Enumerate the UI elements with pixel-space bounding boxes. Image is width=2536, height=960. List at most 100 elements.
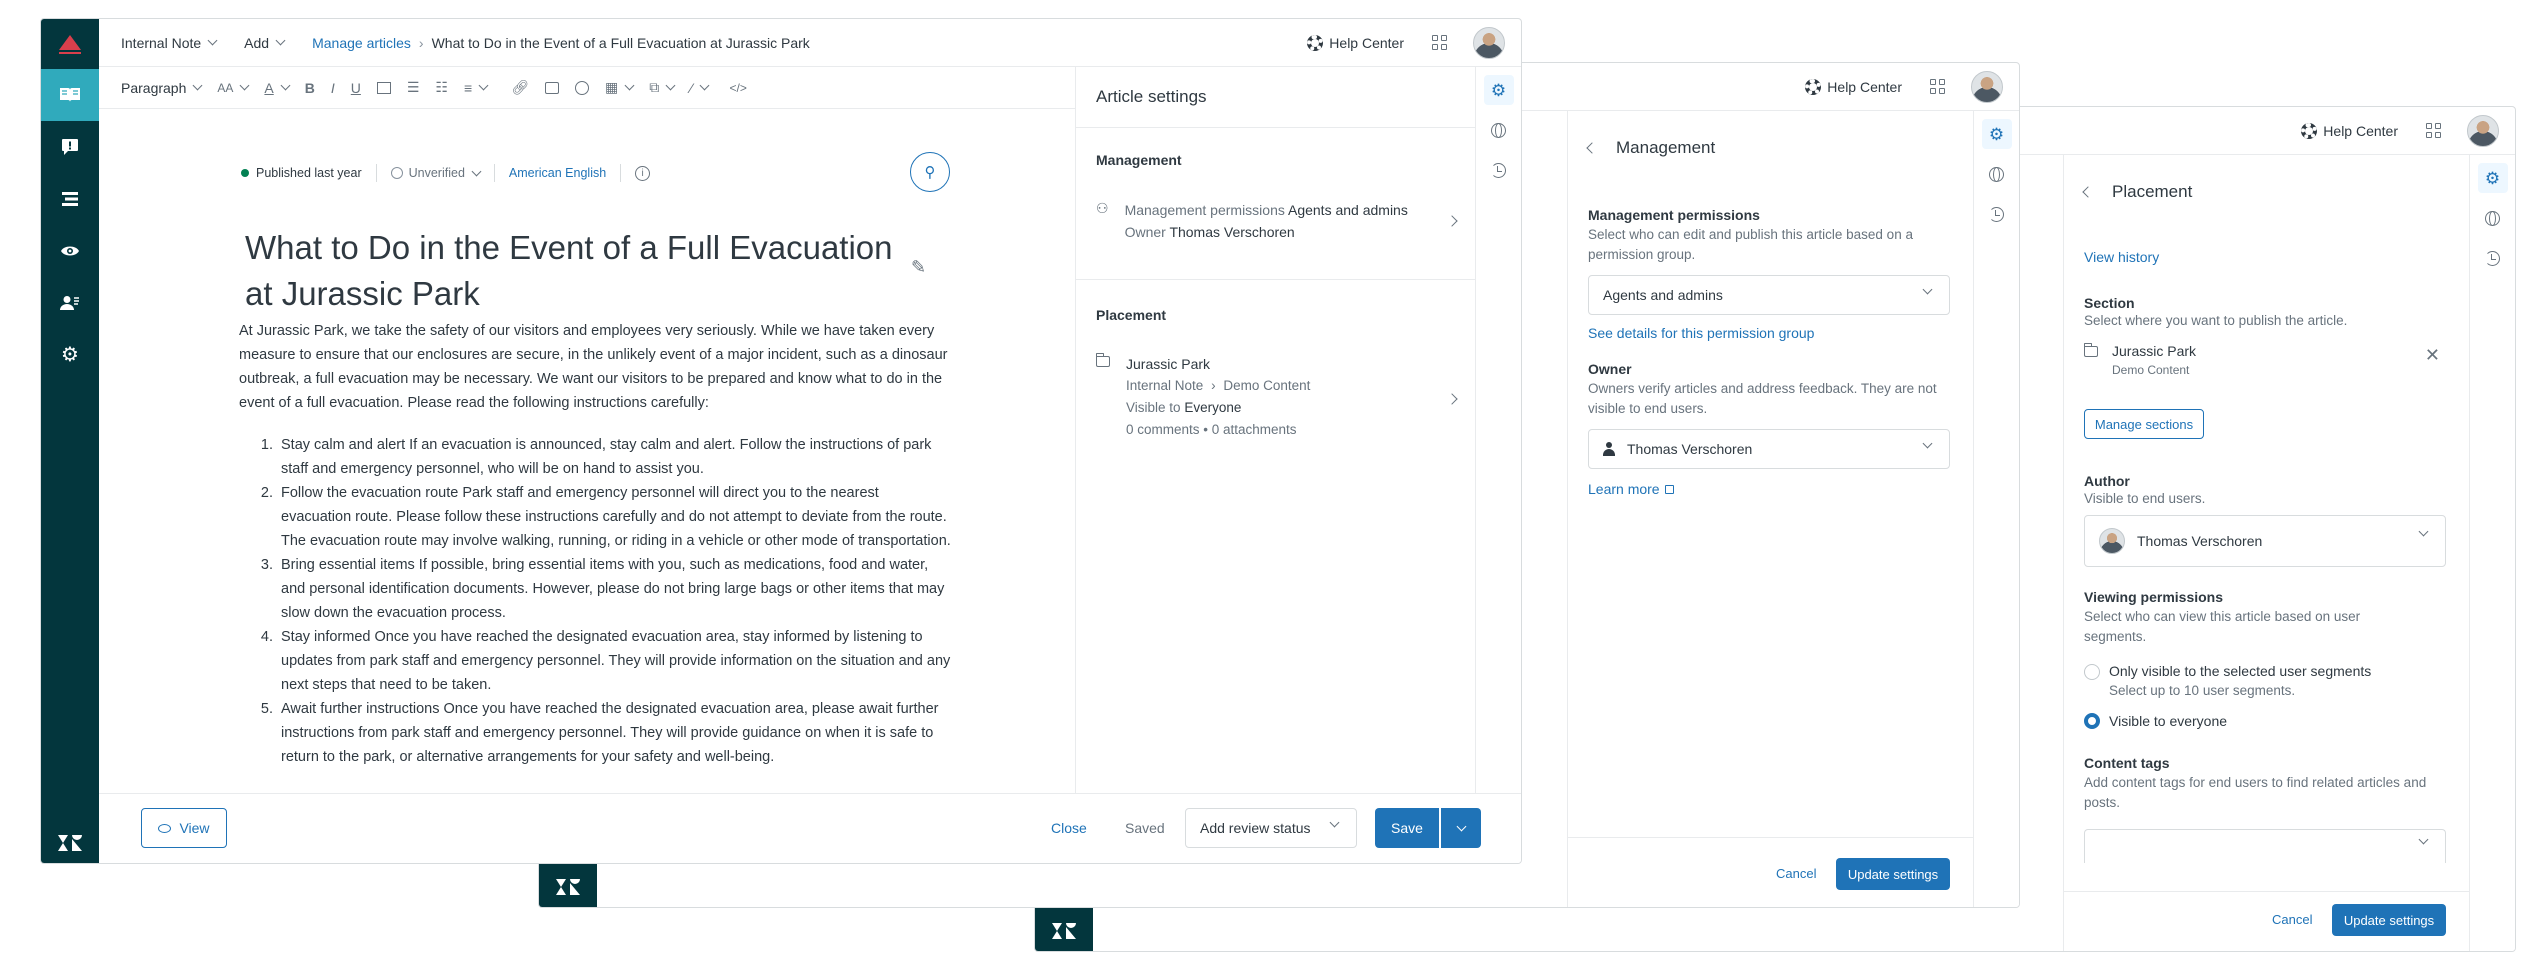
bullet-list-icon[interactable]: ☰ [407,79,420,96]
close-button[interactable]: Close [1051,820,1087,836]
section-hint: Select where you want to publish the art… [2084,313,2348,328]
add-collaborator-icon[interactable]: ⚲ [910,152,950,192]
placement-heading: Placement [1096,307,1167,323]
view-button[interactable]: View [141,808,227,848]
permission-group-select[interactable]: Agents and admins [1588,275,1950,315]
article-title[interactable]: What to Do in the Event of a Full Evacua… [245,225,925,317]
link-icon[interactable]: 🔗︎ [511,79,529,96]
management-heading: Management [1096,152,1182,168]
back-icon[interactable] [1586,142,1598,154]
apps-icon[interactable] [1432,35,1447,50]
section-selection[interactable]: Jurassic Park Demo Content ✕ [2083,343,2450,387]
view-history-link[interactable]: View history [2084,249,2159,265]
help-center-icon [2301,122,2318,139]
radio-everyone-circle[interactable] [2084,713,2100,729]
globe-icon[interactable] [1982,159,2012,189]
magic-wand-icon[interactable]: ⁄ [690,80,709,96]
settings-gear-icon[interactable]: ⚙ [1981,119,2012,149]
image-icon[interactable] [544,81,559,94]
help-center-link[interactable]: Help Center [1307,34,1404,51]
globe-icon[interactable] [1484,115,1514,145]
underline-button[interactable]: U [351,80,361,96]
radio-segments-circle[interactable] [2084,664,2100,680]
update-settings-button[interactable]: Update settings [2332,904,2446,936]
font-size-button[interactable]: AA [217,81,250,95]
radio-everyone[interactable]: Visible to everyone [2084,713,2227,729]
locale-link[interactable]: American English [509,166,606,180]
list-item: Await further instructions Once you have… [277,697,951,769]
save-button[interactable]: Save [1375,808,1439,848]
add-menu[interactable]: Add [244,35,286,51]
edit-title-icon[interactable]: ✎ [911,257,926,278]
publish-status: Published last year [256,166,362,180]
nav-alert-icon[interactable] [41,121,99,173]
settings-gear-icon[interactable]: ⚙ [2477,163,2508,193]
review-status-select[interactable]: Add review status [1185,808,1357,848]
align-icon[interactable]: ≡ [464,80,489,96]
owner-select[interactable]: Thomas Verschoren [1588,429,1950,469]
user-avatar[interactable] [1971,70,2003,103]
video-icon[interactable] [574,80,589,95]
remove-section-icon[interactable]: ✕ [2425,345,2440,366]
code-block-icon[interactable] [376,81,391,94]
help-center-link[interactable]: Help Center [1805,78,1902,95]
paragraph-select[interactable]: Paragraph [121,80,203,96]
user-avatar[interactable] [1473,26,1505,59]
section-name: Jurassic Park [2112,343,2197,359]
globe-icon[interactable] [2478,203,2508,233]
apps-icon[interactable] [2426,123,2441,138]
section-label: Section [2084,295,2135,311]
path-separator-icon: › [1211,378,1216,393]
manage-articles-link[interactable]: Manage articles [312,35,411,51]
side-rail: ⚙ [41,19,99,863]
nav-list-icon[interactable] [41,173,99,225]
apps-icon[interactable] [1930,79,1945,94]
info-icon[interactable]: i [635,165,651,181]
nav-knowledge-icon[interactable] [41,69,99,121]
folder-icon [1095,353,1110,367]
help-center-link[interactable]: Help Center [2301,122,2398,139]
back-icon[interactable] [2082,186,2094,198]
nav-users-icon[interactable] [41,277,99,329]
user-avatar[interactable] [2467,114,2499,147]
placement-summary[interactable]: Jurassic Park Internal Note › Demo Conte… [1095,353,1466,449]
logo-icon [41,19,99,69]
update-settings-button[interactable]: Update settings [1836,858,1950,890]
save-options-button[interactable] [1441,808,1481,848]
verification-status[interactable]: Unverified [390,166,482,180]
management-summary[interactable]: ⚇ Management permissions Agents and admi… [1096,199,1466,249]
cancel-button[interactable]: Cancel [1776,866,1816,881]
nav-settings-icon[interactable]: ⚙ [41,329,99,381]
history-icon[interactable] [1484,155,1514,185]
zendesk-logo-icon [56,833,84,853]
numbered-list-icon[interactable]: ☷ [435,79,448,96]
list-item: Bring essential items If possible, bring… [277,553,951,625]
settings-gear-icon[interactable]: ⚙ [1483,75,1514,105]
permission-details-link[interactable]: See details for this permission group [1588,325,1814,341]
nav-eye-icon[interactable] [41,225,99,277]
history-icon[interactable] [2478,243,2508,273]
learn-more-link[interactable]: Learn more [1588,481,1674,497]
history-icon[interactable] [1982,199,2012,229]
help-center-icon [1805,78,1822,95]
manage-sections-button[interactable]: Manage sections [2084,409,2204,439]
copy-icon[interactable]: ⧉ [649,79,676,96]
source-code-button[interactable]: </> [730,81,747,95]
article-body[interactable]: At Jurassic Park, we take the safety of … [239,319,951,769]
viewing-permissions-hint: Select who can view this article based o… [2084,609,2361,644]
author-hint: Visible to end users. [2084,491,2206,506]
eye-icon [158,823,172,833]
radio-segments[interactable]: Only visible to the selected user segmen… [2084,663,2371,698]
internal-note-menu[interactable]: Internal Note [121,35,218,51]
chevron-down-icon [1329,817,1340,828]
cancel-button[interactable]: Cancel [2272,912,2312,927]
table-icon[interactable]: ▦ [605,79,635,96]
content-tags-input[interactable] [2084,829,2446,863]
breadcrumb: Manage articles › What to Do in the Even… [312,35,810,51]
bold-button[interactable]: B [305,80,315,96]
author-select[interactable]: Thomas Verschoren [2084,515,2446,567]
management-panel: Management Management permissions Select… [1567,111,1973,907]
font-color-button[interactable]: A [264,80,291,96]
italic-button[interactable]: I [331,80,335,96]
article-settings-panel: Article settings Management ⚇ Management… [1075,67,1475,793]
